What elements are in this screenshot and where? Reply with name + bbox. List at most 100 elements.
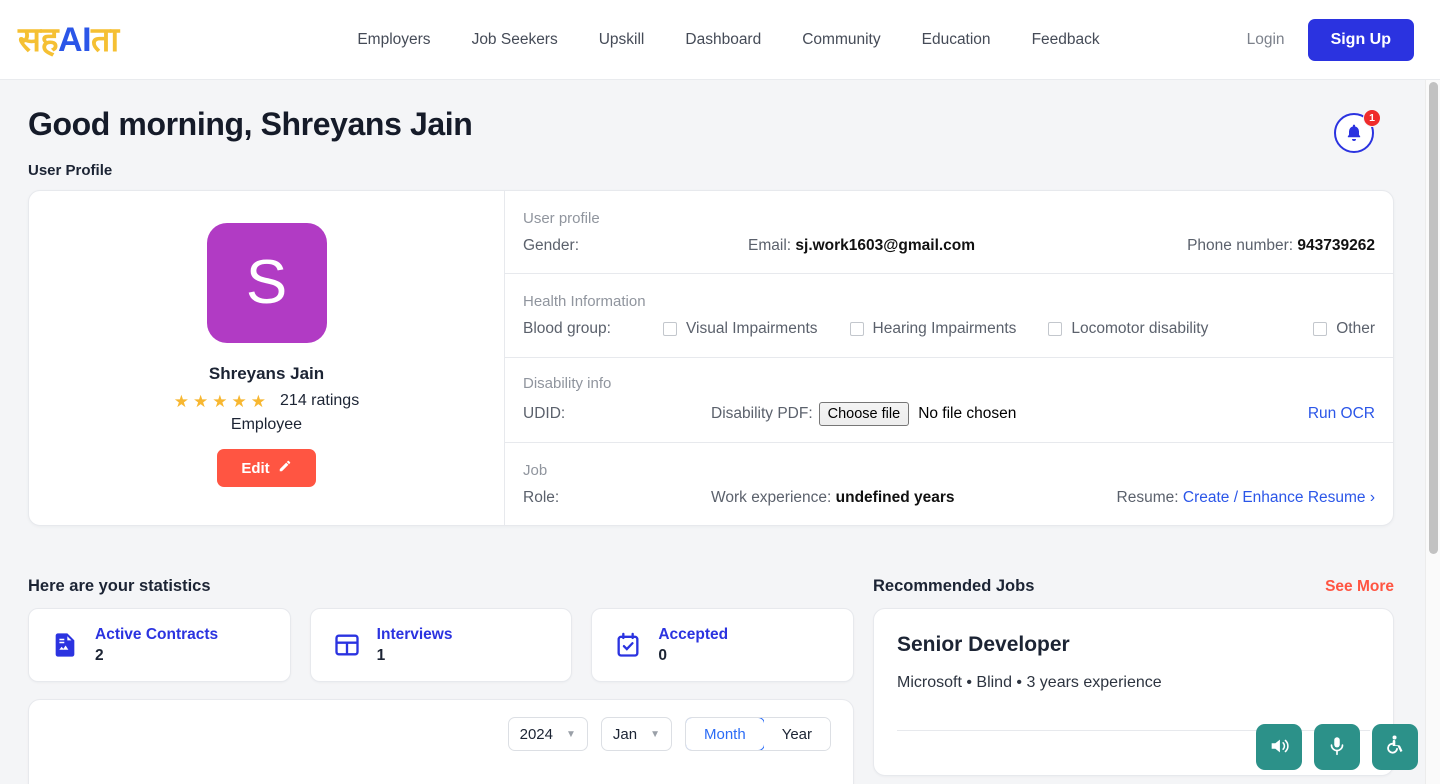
logo-part-1: सह	[18, 20, 59, 59]
stat-text: Interviews 1	[377, 625, 453, 665]
nav-item-education[interactable]: Education	[922, 31, 991, 49]
top-navbar: सह AI ता Employers Job Seekers Upskill Das…	[0, 0, 1440, 80]
job-fields: Role: Work experience: undefined years R…	[523, 489, 1375, 507]
statistics-cards: Active Contracts 2 Interviews 1 Accepted…	[28, 608, 855, 682]
chevron-down-icon: ▼	[565, 728, 576, 740]
nav-item-community[interactable]: Community	[802, 31, 880, 49]
year-select-value: 2024	[519, 725, 553, 743]
recommended-jobs-header: Recommended Jobs See More	[873, 577, 1394, 596]
checkbox-hearing-impairments[interactable]: Hearing Impairments	[849, 320, 1017, 338]
stat-card-accepted[interactable]: Accepted 0	[591, 608, 855, 682]
period-toggle: Month Year	[684, 717, 831, 751]
disability-heading: Disability info	[523, 374, 612, 392]
blood-group-label: Blood group:	[523, 320, 611, 338]
phone-field: Phone number: 943739262	[1187, 237, 1375, 255]
checkbox-visual-impairments[interactable]: Visual Impairments	[663, 320, 818, 338]
greeting-block: Good morning, Shreyans Jain User Profile	[28, 106, 473, 179]
signup-button[interactable]: Sign Up	[1307, 18, 1414, 61]
stat-text: Accepted 0	[658, 625, 728, 665]
page-title: Good morning, Shreyans Jain	[28, 106, 473, 142]
checkbox-box-icon[interactable]	[1048, 322, 1063, 337]
checkbox-box-icon[interactable]	[1313, 322, 1328, 337]
email-label: Email:	[748, 237, 792, 255]
statistics-header: Here are your statistics	[28, 577, 854, 596]
checkbox-other[interactable]: Other	[1313, 320, 1375, 338]
phone-value: 943739262	[1297, 237, 1375, 255]
stat-card-interviews[interactable]: Interviews 1	[309, 608, 573, 682]
statistics-column: Here are your statistics Active Contract…	[28, 577, 855, 784]
stat-card-active-contracts[interactable]: Active Contracts 2	[28, 608, 291, 682]
email-value: sj.work1603@gmail.com	[795, 237, 976, 255]
month-select[interactable]: Jan ▼	[600, 717, 672, 751]
work-experience-value: undefined years	[835, 488, 955, 506]
nav-item-feedback[interactable]: Feedback	[1032, 31, 1100, 49]
choose-file-button[interactable]: Choose file	[818, 401, 910, 426]
nav-item-job-seekers[interactable]: Job Seekers	[472, 31, 558, 49]
stat-value: 1	[376, 647, 386, 665]
gender-field: Gender:	[523, 237, 748, 255]
month-select-value: Jan	[612, 725, 638, 743]
nav-item-employers[interactable]: Employers	[357, 31, 430, 49]
resume-field: Resume: Create / Enhance Resume ›	[1117, 489, 1375, 507]
run-ocr-link[interactable]: Run OCR	[1308, 405, 1375, 423]
work-experience-label: Work experience:	[711, 488, 832, 506]
info-row-health: Health Information Blood group: Visual I…	[505, 274, 1393, 358]
accessibility-toolbar	[1256, 724, 1418, 770]
edit-profile-button[interactable]: Edit	[217, 449, 316, 487]
disability-fields: UDID: Disability PDF: Choose file No fil…	[523, 401, 1375, 426]
checkbox-label: Other	[1336, 320, 1375, 338]
main-navigation: Employers Job Seekers Upskill Dashboard …	[248, 31, 1199, 49]
notification-bell[interactable]: 1	[1334, 109, 1381, 155]
voice-input-button[interactable]	[1314, 724, 1360, 770]
phone-label: Phone number:	[1187, 237, 1294, 255]
toggle-year-button[interactable]: Year	[763, 718, 830, 750]
stat-text: Active Contracts 2	[95, 625, 218, 665]
role-field: Role:	[523, 489, 711, 507]
login-link[interactable]: Login	[1247, 31, 1285, 49]
gender-label: Gender:	[523, 237, 580, 255]
wheelchair-icon	[1384, 734, 1407, 760]
year-select[interactable]: 2024 ▼	[507, 717, 588, 751]
text-to-speech-button[interactable]	[1256, 724, 1302, 770]
ratings-count: 214 ratings	[280, 392, 360, 409]
microphone-icon	[1326, 735, 1348, 760]
statistics-title: Here are your statistics	[28, 577, 211, 595]
edit-button-label: Edit	[241, 459, 270, 477]
speaker-icon	[1268, 735, 1290, 760]
email-field: Email: sj.work1603@gmail.com	[748, 237, 1187, 255]
logo-part-ai: AI	[58, 20, 92, 59]
accessibility-options-button[interactable]	[1372, 724, 1418, 770]
chevron-down-icon: ▼	[650, 728, 660, 740]
recommended-jobs-title: Recommended Jobs	[873, 577, 1035, 595]
profile-role: Employee	[230, 416, 303, 433]
nav-item-upskill[interactable]: Upskill	[599, 31, 645, 49]
checkbox-label: Hearing Impairments	[872, 320, 1017, 338]
grid-table-icon	[333, 631, 361, 659]
profile-details: User profile Gender: Email: sj.work1603@…	[505, 191, 1393, 525]
toggle-month-button[interactable]: Month	[685, 718, 765, 750]
disability-pdf-label: Disability PDF:	[711, 404, 813, 422]
info-row-job: Job Role: Work experience: undefined yea…	[505, 443, 1393, 525]
health-fields: Blood group: Visual Impairments Hearing …	[523, 320, 1375, 338]
checkbox-box-icon[interactable]	[663, 322, 677, 337]
create-enhance-resume-link[interactable]: Create / Enhance Resume ›	[1183, 489, 1375, 506]
checkbox-box-icon[interactable]	[849, 322, 864, 337]
checkbox-locomotor-disability[interactable]: Locomotor disability	[1048, 320, 1208, 338]
scrollbar-thumb[interactable]	[1429, 82, 1438, 554]
nav-item-dashboard[interactable]: Dashboard	[685, 31, 761, 49]
blood-group-field: Blood group:	[523, 320, 663, 338]
checkbox-label: Locomotor disability	[1071, 320, 1209, 338]
see-more-link[interactable]: See More	[1325, 578, 1394, 596]
page-scrollbar[interactable]	[1425, 80, 1440, 784]
lower-section: Here are your statistics Active Contract…	[28, 577, 1394, 784]
user-profile-fields: Gender: Email: sj.work1603@gmail.com Pho…	[523, 237, 1375, 255]
avatar: S	[206, 223, 327, 343]
logo-part-3: ता	[91, 20, 119, 59]
notification-badge: 1	[1363, 109, 1381, 127]
document-chart-icon	[51, 631, 79, 659]
info-row-user-profile: User profile Gender: Email: sj.work1603@…	[505, 191, 1393, 275]
greeting-row: Good morning, Shreyans Jain User Profile…	[28, 80, 1394, 179]
no-file-chosen-text: No file chosen	[918, 404, 1017, 422]
app-logo[interactable]: सह AI ता	[18, 23, 248, 57]
udid-label: UDID:	[523, 404, 566, 422]
